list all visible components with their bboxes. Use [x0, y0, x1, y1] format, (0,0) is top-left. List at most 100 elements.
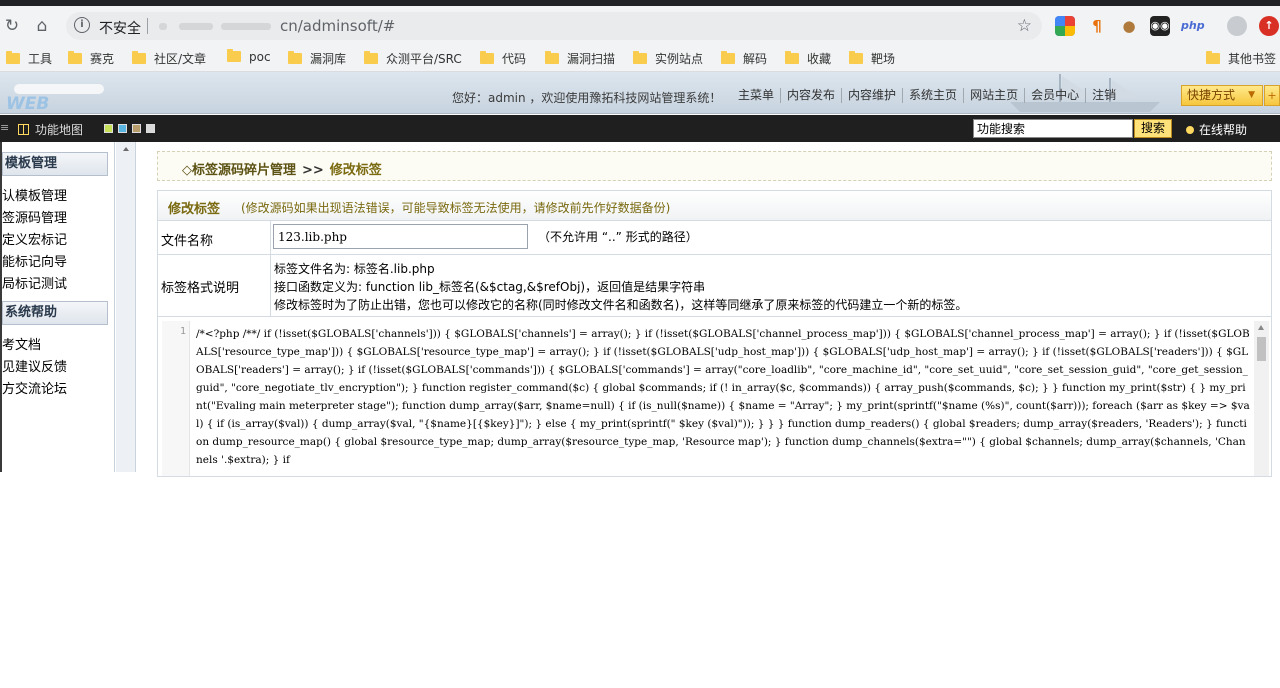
- breadcrumb-separator: >>: [302, 163, 324, 178]
- bookmark-folder[interactable]: 靶场: [849, 50, 895, 68]
- function-map-label: 功能地图: [35, 123, 84, 137]
- format-desc-line1: 标签文件名为: 标签名.lib.php: [274, 262, 435, 276]
- grid-icon: [18, 124, 29, 135]
- folder-icon: [785, 51, 799, 64]
- bookmark-folder[interactable]: 漏洞扫描: [545, 50, 615, 68]
- quick-menu-label: 快捷方式: [1187, 88, 1236, 102]
- format-desc-line3: 修改标签时为了防止出错，您也可以修改它的名称(同时修改文件名和函数名)，这样等同…: [274, 298, 968, 312]
- welcome-text: 您好：admin ，欢迎使用豫拓科技网站管理系统！: [452, 91, 722, 105]
- sidebar-section-help[interactable]: 系统帮助: [2, 301, 108, 325]
- nav-content-publish[interactable]: 内容发布: [780, 88, 841, 103]
- scroll-thumb[interactable]: [1257, 337, 1266, 361]
- breadcrumb: ◇标签源码碎片管理 >> 修改标签: [157, 151, 1272, 181]
- sidebar-item-reference-docs[interactable]: 考文档: [2, 334, 41, 353]
- editor-scrollbar[interactable]: [1254, 321, 1269, 476]
- search-button[interactable]: 搜索: [1134, 119, 1172, 138]
- code-editor[interactable]: 1 /*<?php /**/ if (!isset($GLOBALS['chan…: [162, 321, 1271, 476]
- folder-icon: [721, 51, 735, 64]
- folder-icon: [849, 51, 863, 64]
- breadcrumb-tag-source[interactable]: ◇标签源码碎片管理: [182, 163, 296, 178]
- folder-icon: [6, 51, 20, 64]
- function-map-link[interactable]: 功能地图: [18, 121, 83, 138]
- code-editor-container: 1 /*<?php /**/ if (!isset($GLOBALS['chan…: [157, 317, 1272, 477]
- extension-colorful-icon[interactable]: [1055, 16, 1075, 36]
- tag-format-row: 标签格式说明 标签文件名为: 标签名.lib.php 接口函数定义为: func…: [157, 255, 1272, 317]
- redacted-logo: [14, 84, 104, 94]
- other-bookmarks[interactable]: 其他书签: [1206, 50, 1276, 68]
- bookmark-folder[interactable]: 代码: [480, 50, 526, 68]
- bookmark-folder[interactable]: 漏洞库: [288, 50, 346, 68]
- eyes-extension-icon[interactable]: ◉◉: [1150, 16, 1170, 36]
- form-title: 修改标签: [168, 202, 221, 217]
- nav-system-home[interactable]: 系统主页: [902, 88, 963, 103]
- address-separator: [147, 18, 148, 34]
- code-content[interactable]: /*<?php /**/ if (!isset($GLOBALS['channe…: [196, 325, 1251, 469]
- quick-menu-button[interactable]: 快捷方式 ▼: [1181, 85, 1263, 106]
- pilcrow-extension-icon[interactable]: ¶: [1087, 16, 1107, 36]
- folder-icon: [132, 51, 146, 64]
- sidebar-item-default-template[interactable]: 认模板管理: [2, 185, 67, 204]
- home-icon[interactable]: ⌂: [32, 16, 52, 36]
- folder-icon: [68, 51, 82, 64]
- bookmark-folder[interactable]: 实例站点: [633, 50, 703, 68]
- main-content: ◇标签源码碎片管理 >> 修改标签 修改标签 (修改源码如果出现语法错误，可能导致标…: [137, 142, 1280, 477]
- function-search-input[interactable]: [973, 119, 1133, 138]
- sidebar-item-forum[interactable]: 方交流论坛: [2, 378, 67, 397]
- theme-swatch-green[interactable]: [104, 124, 113, 133]
- profile-avatar-icon[interactable]: [1227, 16, 1247, 36]
- folder-icon: [1206, 51, 1220, 64]
- row-divider: [270, 255, 271, 316]
- online-help-label: 在线帮助: [1199, 123, 1248, 137]
- theme-swatch-brown[interactable]: [132, 124, 141, 133]
- nav-logout[interactable]: 注销: [1085, 88, 1122, 103]
- nav-member-center[interactable]: 会员中心: [1024, 88, 1085, 103]
- php-extension-icon[interactable]: php: [1181, 16, 1205, 36]
- folder-icon: [364, 51, 378, 64]
- sidebar-item-tag-source[interactable]: 签源码管理: [2, 207, 67, 226]
- breadcrumb-text: ◇标签源码碎片管理 >> 修改标签: [182, 159, 382, 178]
- address-bar[interactable]: i 不安全 cn/adminsoft/# ☆: [66, 12, 1042, 40]
- bookmark-folder[interactable]: 众测平台/SRC: [364, 50, 462, 68]
- info-icon[interactable]: i: [74, 17, 90, 33]
- tag-format-label: 标签格式说明: [161, 281, 240, 296]
- sidebar-item-global-tag-test[interactable]: 局标记测试: [2, 273, 67, 292]
- quick-add-button[interactable]: +: [1264, 85, 1280, 106]
- bookmark-folder[interactable]: 赛克: [68, 50, 114, 68]
- sidebar-splitter[interactable]: [116, 142, 136, 472]
- collapse-arrow-icon[interactable]: [123, 147, 129, 151]
- folder-icon: [633, 51, 647, 64]
- admin-header: WEB 您好：admin ，欢迎使用豫拓科技网站管理系统！ 主菜单 内容发布 内…: [0, 72, 1280, 114]
- form-warning: (修改源码如果出现语法错误，可能导致标签无法使用，请修改前先作好数据备份): [241, 201, 671, 215]
- sidebar-item-feedback[interactable]: 见建议反馈: [2, 356, 67, 375]
- bookmarks-bar: 工具 赛克 社区/文章 poc 漏洞库 众测平台/SRC 代码 漏洞扫描 实例站…: [0, 46, 1280, 72]
- line-number: 1: [162, 321, 190, 476]
- theme-swatch-gray[interactable]: [146, 124, 155, 133]
- bookmark-folder[interactable]: 解码: [721, 50, 767, 68]
- browser-toolbar: ↻ ⌂ i 不安全 cn/adminsoft/# ☆ ¶ ● ◉◉ php ↑: [0, 6, 1280, 46]
- sidebar-item-custom-macro[interactable]: 定义宏标记: [2, 229, 67, 248]
- sidebar-section-template[interactable]: 模板管理: [2, 152, 108, 176]
- security-label: 不安全: [99, 21, 141, 37]
- nav-main-menu[interactable]: 主菜单: [732, 88, 780, 103]
- scroll-up-icon[interactable]: [1258, 325, 1264, 330]
- nav-content-maintain[interactable]: 内容维护: [841, 88, 902, 103]
- nav-site-home[interactable]: 网站主页: [963, 88, 1024, 103]
- sidebar-item-tag-wizard[interactable]: 能标记向导: [2, 251, 67, 270]
- bookmark-folder[interactable]: 收藏: [785, 50, 831, 68]
- folder-icon: [480, 51, 494, 64]
- update-icon[interactable]: ↑: [1259, 16, 1279, 36]
- file-name-input[interactable]: [273, 224, 528, 249]
- row-divider: [270, 221, 271, 254]
- online-help-link[interactable]: 在线帮助: [1186, 121, 1247, 138]
- breadcrumb-current: 修改标签: [329, 163, 382, 178]
- bar-edge-icon: ≡: [0, 121, 10, 134]
- bookmark-folder[interactable]: 社区/文章: [132, 50, 206, 68]
- theme-swatch-blue[interactable]: [118, 124, 127, 133]
- help-icon: [1186, 126, 1194, 134]
- bookmark-star-icon[interactable]: ☆: [1017, 16, 1032, 36]
- cookie-extension-icon[interactable]: ●: [1119, 16, 1139, 36]
- form-header: 修改标签 (修改源码如果出现语法错误，可能导致标签无法使用，请修改前先作好数据备…: [157, 190, 1272, 221]
- bookmark-folder[interactable]: 工具: [6, 50, 52, 68]
- bookmark-folder[interactable]: poc: [227, 49, 271, 68]
- reload-icon[interactable]: ↻: [2, 16, 22, 36]
